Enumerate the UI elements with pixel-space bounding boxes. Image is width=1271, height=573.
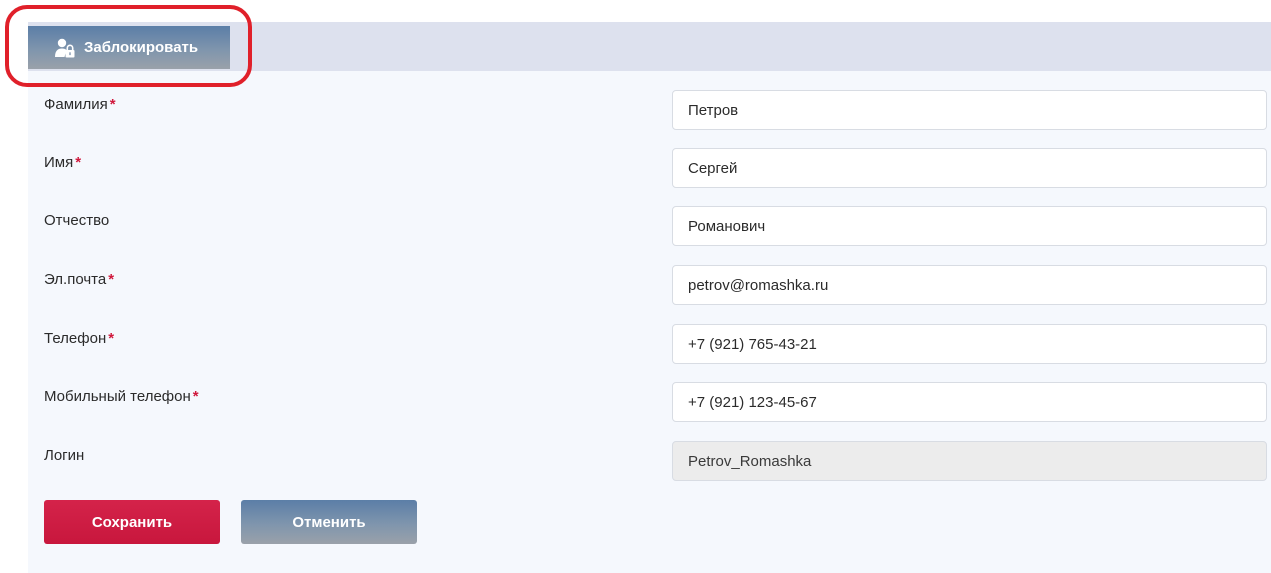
required-marker: * (109, 96, 116, 113)
user-lock-icon (54, 37, 76, 59)
block-user-label: Заблокировать (84, 39, 199, 56)
phone-input[interactable] (672, 324, 1267, 364)
last-name-label: Фамилия * (44, 96, 116, 113)
form-row-phone: Телефон * (28, 324, 1271, 366)
mobile-phone-input[interactable] (672, 382, 1267, 422)
email-label: Эл.почта * (44, 271, 115, 288)
cancel-button[interactable]: Отменить (241, 500, 417, 544)
login-label: Логин (44, 447, 85, 464)
page: Заблокировать Фамилия* Имя* Отчество Эл.… (0, 0, 1271, 573)
last-name-input[interactable] (672, 90, 1267, 130)
save-button[interactable]: Сохранить (44, 500, 220, 544)
mobile-phone-label: Мобильный телефон * (44, 388, 199, 405)
first-name-input[interactable] (672, 148, 1267, 188)
required-marker: * (192, 388, 199, 405)
required-marker: * (75, 154, 82, 171)
login-input (672, 441, 1267, 481)
user-edit-panel: Заблокировать Фамилия* Имя* Отчество Эл.… (28, 22, 1271, 573)
form-row-email: Эл.почта * (28, 265, 1271, 307)
email-input[interactable] (672, 265, 1267, 305)
middle-name-input[interactable] (672, 206, 1267, 246)
form-row-last-name: Фамилия * (28, 90, 1271, 132)
toolbar: Заблокировать (28, 22, 1271, 71)
required-marker: * (108, 271, 115, 288)
first-name-label: Имя * (44, 154, 82, 171)
required-marker: * (108, 330, 115, 347)
block-user-button[interactable]: Заблокировать (28, 26, 230, 69)
form-row-first-name: Имя * (28, 148, 1271, 190)
middle-name-label: Отчество (44, 212, 110, 229)
form-row-middle-name: Отчество (28, 206, 1271, 248)
form-row-login: Логин (28, 441, 1271, 483)
phone-label: Телефон * (44, 330, 115, 347)
form-row-mobile-phone: Мобильный телефон * (28, 382, 1271, 424)
